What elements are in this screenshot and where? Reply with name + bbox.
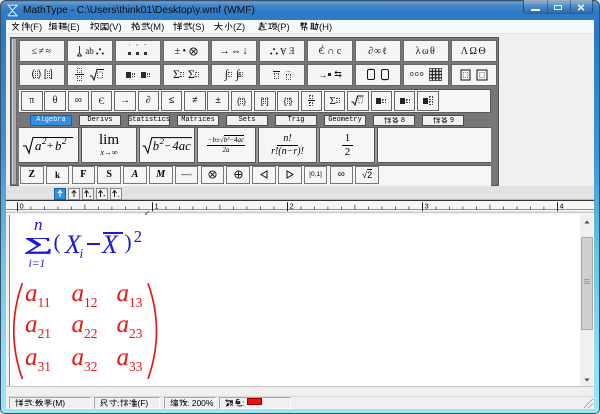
svg-text:1: 1	[155, 202, 159, 211]
svg-text:2: 2	[290, 202, 294, 211]
svg-text:+: +	[47, 140, 53, 152]
svg-text:4: 4	[560, 202, 564, 211]
svg-text:3: 3	[425, 202, 429, 211]
svg-text:−: −	[165, 140, 171, 152]
svg-text:b: b	[153, 139, 159, 153]
svg-text:b: b	[55, 138, 62, 153]
svg-text:2: 2	[62, 136, 67, 146]
svg-text:a: a	[35, 138, 42, 153]
svg-text:4ac: 4ac	[172, 139, 191, 153]
svg-text:0: 0	[20, 202, 24, 211]
